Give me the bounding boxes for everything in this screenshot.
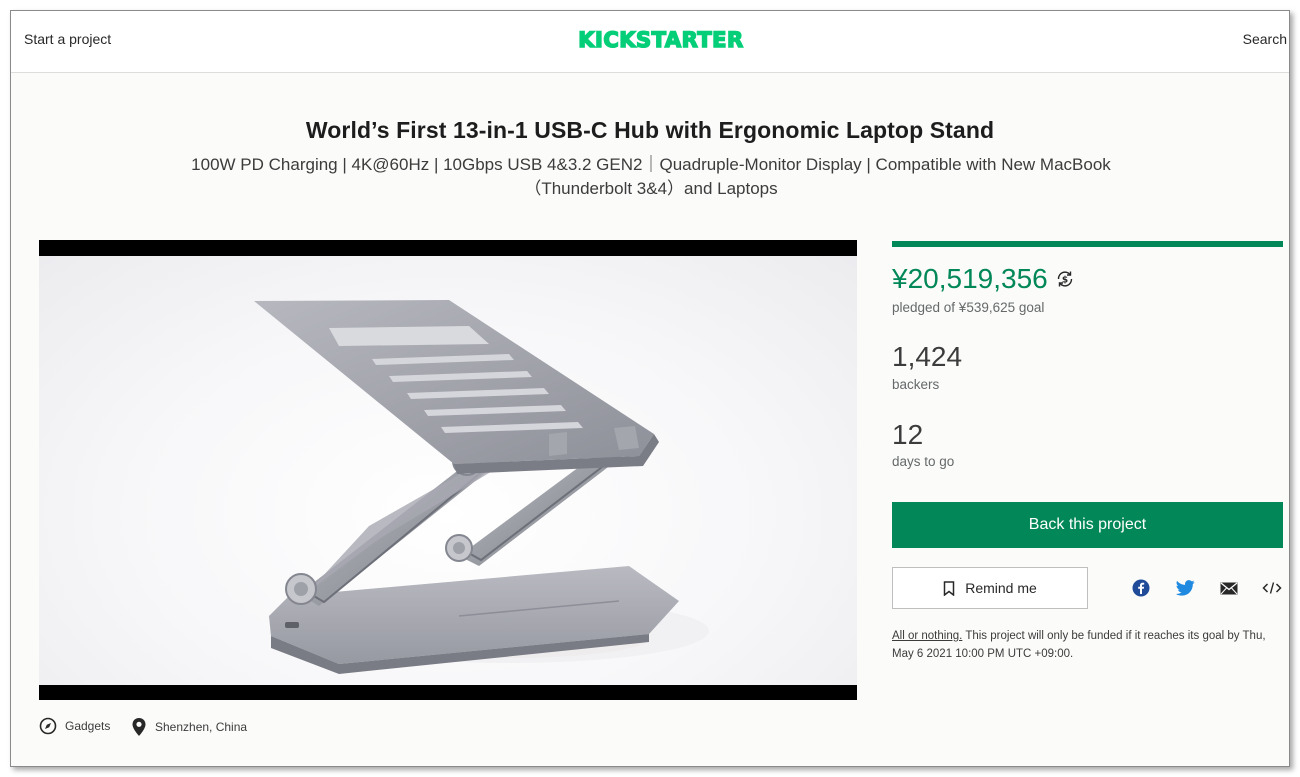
top-nav: Start a project KICKSTARTER Search xyxy=(11,11,1289,73)
back-this-project-button[interactable]: Back this project xyxy=(892,502,1283,548)
project-video[interactable] xyxy=(39,240,857,700)
pledged-amount: ¥20,519,356 $ xyxy=(892,263,1075,295)
location-pin-icon xyxy=(132,718,146,736)
mail-icon[interactable] xyxy=(1218,577,1240,599)
days-to-go-label: days to go xyxy=(892,454,955,469)
category-tag[interactable]: Gadgets xyxy=(39,717,110,735)
category-label: Gadgets xyxy=(65,719,111,733)
funding-progress-bar xyxy=(892,241,1283,247)
days-to-go-count: 12 xyxy=(892,419,924,450)
funding-note: All or nothing. This project will only b… xyxy=(892,627,1287,663)
compass-icon xyxy=(39,717,57,735)
svg-text:$: $ xyxy=(1062,276,1068,286)
backers-count: 1,424 xyxy=(892,341,963,372)
facebook-icon[interactable] xyxy=(1130,577,1152,599)
pledged-value: ¥20,519,356 xyxy=(892,263,1048,294)
kickstarter-logo[interactable]: KICKSTARTER xyxy=(571,27,751,51)
pledged-goal-text: pledged of ¥539,625 goal xyxy=(892,300,1045,315)
search-link[interactable]: Search xyxy=(1243,31,1287,47)
project-title: World’s First 13-in-1 USB-C Hub with Erg… xyxy=(305,117,995,143)
project-blurb: 100W PD Charging | 4K@60Hz | 10Gbps USB … xyxy=(191,155,1111,198)
remind-me-label: Remind me xyxy=(965,580,1037,596)
laptop-stand-image xyxy=(254,300,709,674)
location-label: Shenzhen, China xyxy=(155,720,248,734)
location-tag[interactable]: Shenzhen, China xyxy=(131,717,247,737)
remind-me-button[interactable]: Remind me xyxy=(892,567,1088,609)
all-or-nothing-link[interactable]: All or nothing. xyxy=(892,630,962,642)
bookmark-icon xyxy=(943,580,955,596)
twitter-icon[interactable] xyxy=(1174,577,1196,599)
page-frame: Start a project KICKSTARTER Search World… xyxy=(10,10,1290,767)
svg-text:KICKSTARTER: KICKSTARTER xyxy=(578,28,743,51)
video-frame xyxy=(39,256,857,685)
backers-label: backers xyxy=(892,377,940,392)
embed-icon[interactable] xyxy=(1261,577,1283,599)
start-project-link[interactable]: Start a project xyxy=(24,31,111,47)
currency-convert-icon[interactable]: $ xyxy=(1055,269,1075,289)
